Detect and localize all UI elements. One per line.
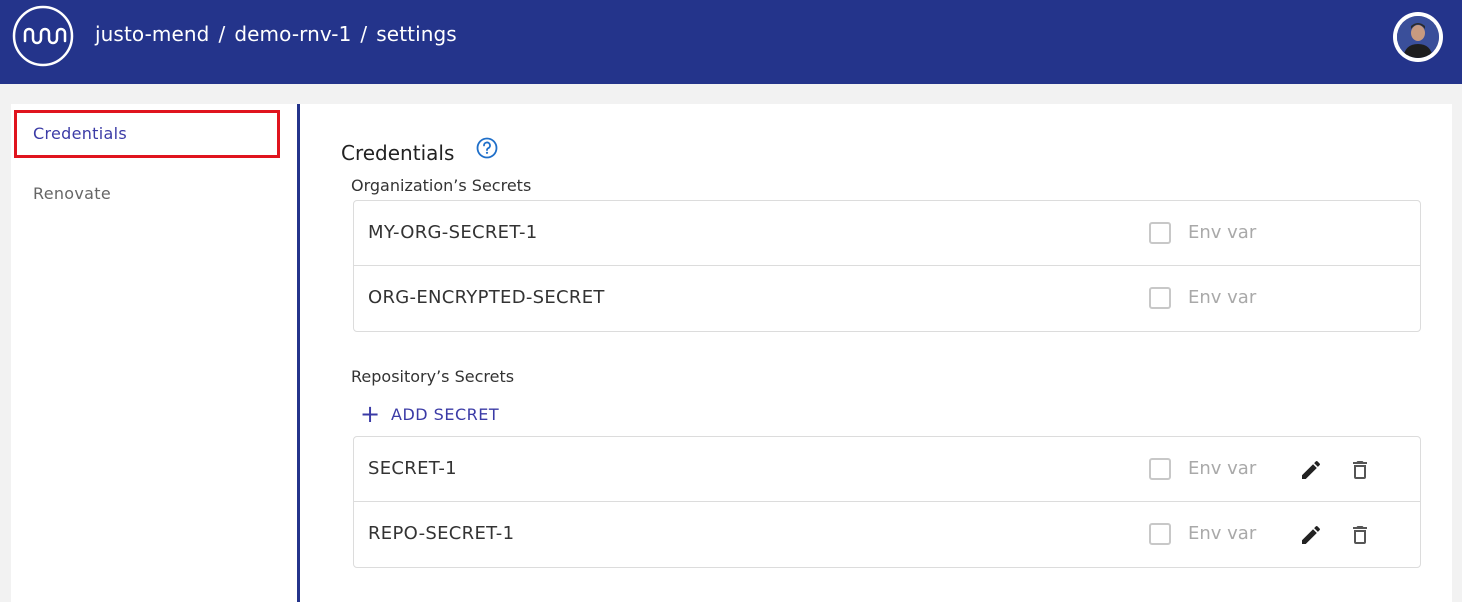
repo-secrets-label: Repository’s Secrets: [351, 367, 515, 386]
plus-icon: +: [360, 400, 381, 428]
env-var-checkbox[interactable]: [1149, 458, 1171, 480]
secret-name: ORG-ENCRYPTED-SECRET: [368, 287, 605, 308]
pencil-icon[interactable]: [1299, 523, 1323, 547]
env-var-label: Env var: [1188, 287, 1257, 308]
trash-icon[interactable]: [1348, 458, 1372, 482]
settings-content: Credentials Organization’s Secrets MY-OR…: [297, 104, 1452, 602]
list-item: MY-ORG-SECRET-1 Env var: [354, 201, 1420, 266]
sidebar-item-renovate[interactable]: Renovate: [33, 184, 111, 203]
app-logo-icon[interactable]: [12, 5, 74, 67]
sidebar-item-credentials[interactable]: Credentials: [33, 124, 127, 143]
pencil-icon[interactable]: [1299, 458, 1323, 482]
env-var-label: Env var: [1188, 523, 1257, 544]
user-avatar[interactable]: [1393, 12, 1443, 62]
secret-name: MY-ORG-SECRET-1: [368, 222, 538, 243]
env-var-label: Env var: [1188, 458, 1257, 479]
breadcrumb-page: settings: [376, 22, 457, 46]
org-secrets-list: MY-ORG-SECRET-1 Env var ORG-ENCRYPTED-SE…: [353, 200, 1421, 332]
add-secret-button[interactable]: + ADD SECRET: [360, 402, 499, 426]
list-item: REPO-SECRET-1 Env var: [354, 502, 1420, 567]
page-title: Credentials: [341, 141, 455, 165]
breadcrumb: justo-mend / demo-rnv-1 / settings: [95, 22, 457, 46]
breadcrumb-separator: /: [218, 22, 226, 46]
secret-name: SECRET-1: [368, 458, 457, 479]
breadcrumb-org[interactable]: justo-mend: [95, 22, 209, 46]
help-circle-icon[interactable]: [476, 137, 498, 159]
secret-name: REPO-SECRET-1: [368, 523, 515, 544]
trash-icon[interactable]: [1348, 523, 1372, 547]
env-var-checkbox[interactable]: [1149, 287, 1171, 309]
env-var-checkbox[interactable]: [1149, 523, 1171, 545]
top-bar: justo-mend / demo-rnv-1 / settings: [0, 0, 1462, 84]
breadcrumb-repo[interactable]: demo-rnv-1: [234, 22, 351, 46]
list-item: SECRET-1 Env var: [354, 437, 1420, 502]
breadcrumb-separator: /: [360, 22, 368, 46]
list-item: ORG-ENCRYPTED-SECRET Env var: [354, 266, 1420, 331]
settings-sidebar: Credentials Renovate: [11, 104, 301, 602]
repo-secrets-list: SECRET-1 Env var REPO-SECRET-1 Env var: [353, 436, 1421, 568]
avatar-photo: [1397, 16, 1439, 58]
person-icon: [1397, 16, 1439, 58]
env-var-checkbox[interactable]: [1149, 222, 1171, 244]
org-secrets-label: Organization’s Secrets: [351, 176, 532, 195]
env-var-label: Env var: [1188, 222, 1257, 243]
add-secret-label: ADD SECRET: [391, 404, 500, 424]
